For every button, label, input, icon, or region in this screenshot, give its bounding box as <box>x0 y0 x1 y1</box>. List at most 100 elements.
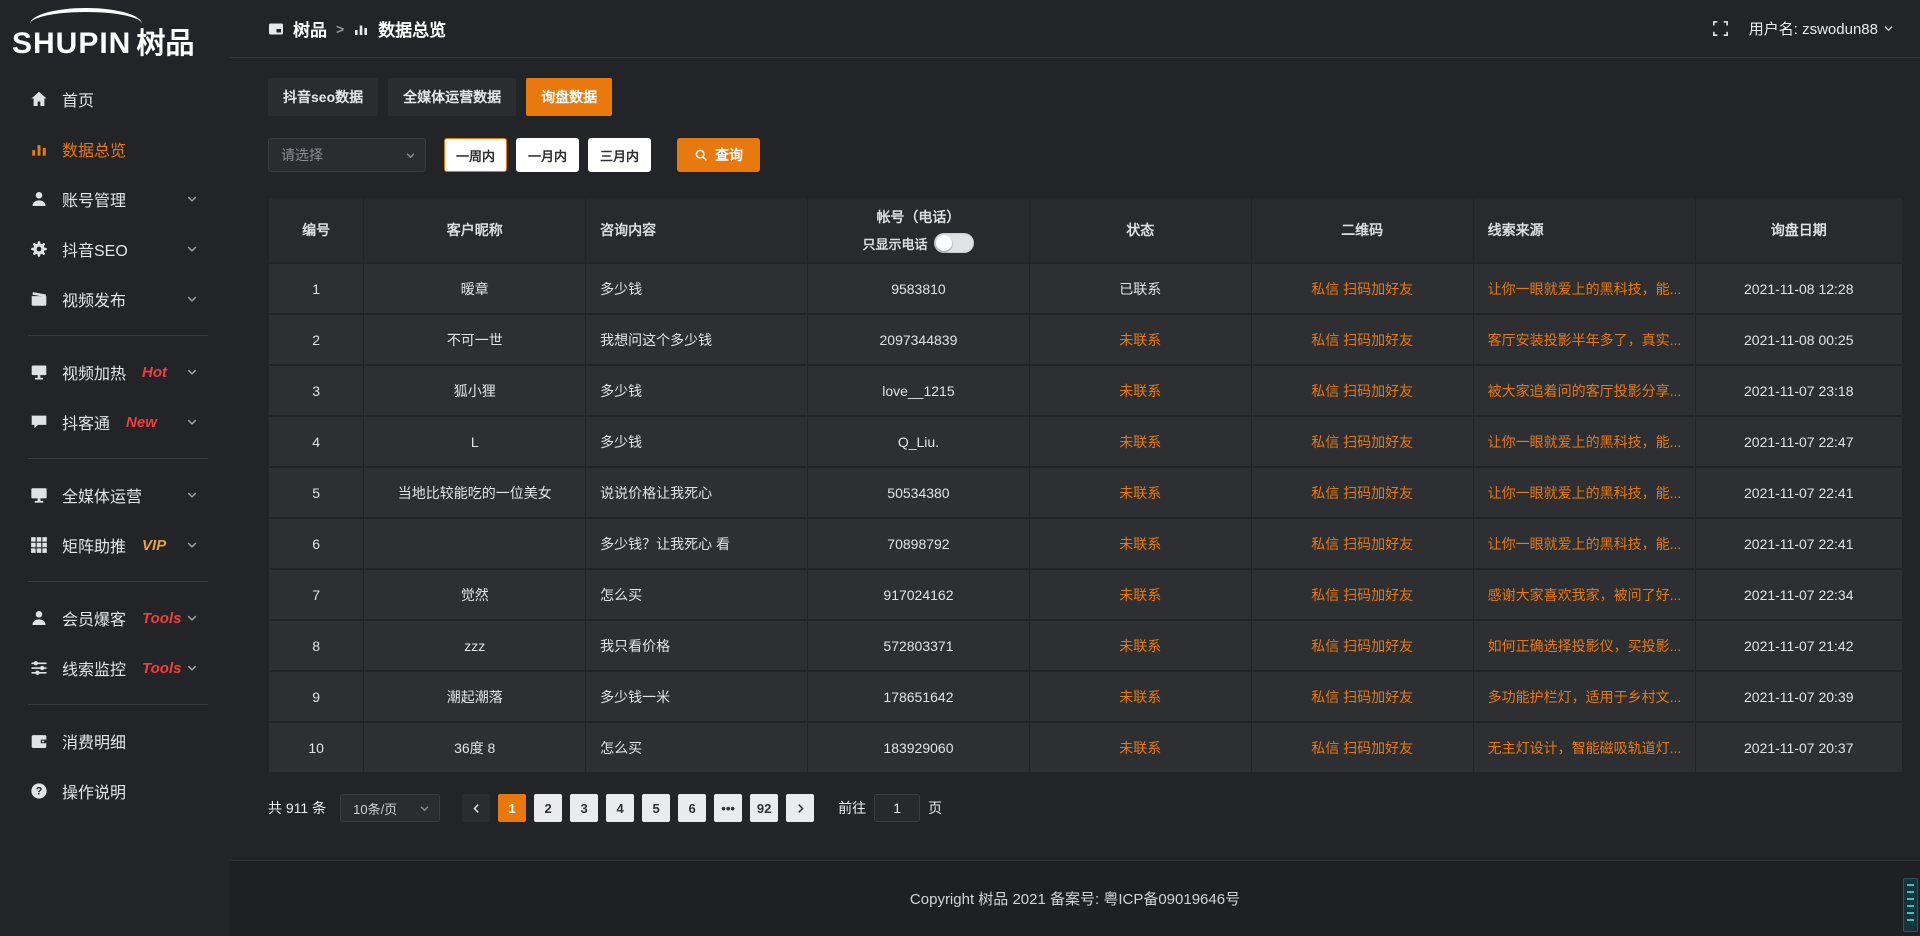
next-page-button[interactable] <box>786 794 814 822</box>
page-button-6[interactable]: 6 <box>678 794 706 822</box>
table-row: 1036度 8怎么买183929060未联系私信 扫码加好友无主灯设计，智能磁吸… <box>269 723 1902 772</box>
search-button[interactable]: 查询 <box>677 138 760 172</box>
cell-index: 5 <box>269 468 363 517</box>
sidebar-item-home[interactable]: 首页 <box>0 74 230 124</box>
range-button-2[interactable]: 三月内 <box>588 138 651 172</box>
source-link[interactable]: 客厅安装投影半年多了，真实... <box>1488 332 1682 348</box>
qrcode-link[interactable]: 私信 扫码加好友 <box>1311 332 1413 348</box>
range-button-0[interactable]: 一周内 <box>444 138 507 172</box>
cell-nickname: 狐小狸 <box>364 366 585 415</box>
source-link[interactable]: 被大家追着问的客厅投影分享... <box>1488 383 1682 399</box>
qrcode-link[interactable]: 私信 扫码加好友 <box>1311 638 1413 654</box>
chart-icon <box>30 140 48 158</box>
sidebar-item-dashboard[interactable]: 数据总览 <box>0 124 230 174</box>
sidebar-item-video-heat[interactable]: 视频加热Hot <box>0 347 230 397</box>
page-button-4[interactable]: 4 <box>606 794 634 822</box>
tab-media-ops-data[interactable]: 全媒体运营数据 <box>388 78 516 116</box>
sidebar-item-label: 消费明细 <box>62 729 126 753</box>
sidebar-item-badge: Tools <box>142 660 181 677</box>
sidebar-item-media-ops[interactable]: 全媒体运营 <box>0 470 230 520</box>
range-button-1[interactable]: 一月内 <box>516 138 579 172</box>
fullscreen-icon[interactable] <box>1712 20 1729 37</box>
source-link[interactable]: 让你一眼就爱上的黑科技，能... <box>1488 281 1682 297</box>
qrcode-link[interactable]: 私信 扫码加好友 <box>1311 383 1413 399</box>
cell-account: 2097344839 <box>808 315 1029 364</box>
source-link[interactable]: 让你一眼就爱上的黑科技，能... <box>1488 536 1682 552</box>
cell-account: 183929060 <box>808 723 1029 772</box>
main-area: 树品 > 数据总览 用户名: zswodun88 抖音seo数据全媒体运营数据询… <box>230 0 1920 936</box>
sidebar-item-douketong[interactable]: 抖客通New <box>0 397 230 447</box>
qrcode-link[interactable]: 私信 扫码加好友 <box>1311 536 1413 552</box>
sidebar-item-badge: New <box>126 414 157 431</box>
cell-account: Q_Liu. <box>808 417 1029 466</box>
cell-date: 2021-11-07 20:39 <box>1696 672 1903 721</box>
wallet-icon <box>30 732 48 750</box>
cell-nickname: L <box>364 417 585 466</box>
sidebar-item-label: 首页 <box>62 87 94 111</box>
svg-text:?: ? <box>36 786 43 798</box>
sidebar-item-matrix-boost[interactable]: 矩阵助推VIP <box>0 520 230 570</box>
sidebar-nav: 首页数据总览账号管理抖音SEO视频发布视频加热Hot抖客通New全媒体运营矩阵助… <box>0 74 230 816</box>
qrcode-link[interactable]: 私信 扫码加好友 <box>1311 740 1413 756</box>
sidebar-divider <box>28 335 208 336</box>
prev-page-button[interactable] <box>462 794 490 822</box>
cell-content: 说说价格让我死心 <box>586 468 807 517</box>
sidebar-item-douyin-seo[interactable]: 抖音SEO <box>0 224 230 274</box>
sidebar-item-member-burst[interactable]: 会员爆客Tools <box>0 593 230 643</box>
source-link[interactable]: 让你一眼就爱上的黑科技，能... <box>1488 434 1682 450</box>
sidebar-item-account-manage[interactable]: 账号管理 <box>0 174 230 224</box>
page-button-5[interactable]: 5 <box>642 794 670 822</box>
tab-douyin-seo-data[interactable]: 抖音seo数据 <box>268 78 378 116</box>
tab-inquiry-data[interactable]: 询盘数据 <box>526 78 612 116</box>
sidebar-item-label: 矩阵助推 <box>62 533 126 557</box>
copyright-text: Copyright 树品 2021 备案号: 粤ICP备09019646号 <box>910 888 1240 909</box>
page-size-select[interactable]: 10条/页 <box>340 794 440 822</box>
app-logo[interactable]: SHUPIN树品 <box>0 6 230 60</box>
source-link[interactable]: 无主灯设计，智能磁吸轨道灯... <box>1488 740 1682 756</box>
cell-source: 客厅安装投影半年多了，真实... <box>1474 315 1695 364</box>
table-header: 编号客户昵称咨询内容帐号（电话）只显示电话状态二维码线索来源询盘日期 <box>269 198 1902 262</box>
sidebar-item-leads-monitor[interactable]: 线索监控Tools <box>0 643 230 693</box>
qrcode-link[interactable]: 私信 扫码加好友 <box>1311 587 1413 603</box>
page-ellipsis-button[interactable]: ••• <box>714 794 742 822</box>
cell-content: 多少钱？让我死心 看 <box>586 519 807 568</box>
page-button-3[interactable]: 3 <box>570 794 598 822</box>
chevron-down-icon <box>186 539 198 551</box>
chevron-left-icon <box>471 803 482 814</box>
sidebar-item-badge: Tools <box>142 610 181 627</box>
goto-page-input[interactable] <box>874 794 920 822</box>
sidebar-item-expense-detail[interactable]: 消费明细 <box>0 716 230 766</box>
cell-content: 多少钱 <box>586 417 807 466</box>
table-row: 7觉然怎么买917024162未联系私信 扫码加好友感谢大家喜欢我家，被问了好.… <box>269 570 1902 619</box>
qrcode-link[interactable]: 私信 扫码加好友 <box>1311 434 1413 450</box>
cell-source: 让你一眼就爱上的黑科技，能... <box>1474 417 1695 466</box>
chat-widget[interactable] <box>1903 878 1918 932</box>
page-button-1[interactable]: 1 <box>498 794 526 822</box>
cell-source: 如何正确选择投影仪，买投影... <box>1474 621 1695 670</box>
source-link[interactable]: 感谢大家喜欢我家，被问了好... <box>1488 587 1682 603</box>
page-button-92[interactable]: 92 <box>750 794 778 822</box>
sidebar-item-video-publish[interactable]: 视频发布 <box>0 274 230 324</box>
topbar-right: 用户名: zswodun88 <box>1712 18 1894 39</box>
cell-status: 未联系 <box>1030 315 1251 364</box>
filter-select[interactable]: 请选择 <box>268 138 426 172</box>
phone-only-toggle[interactable] <box>934 233 974 253</box>
search-icon <box>694 148 708 162</box>
page-button-2[interactable]: 2 <box>534 794 562 822</box>
user-icon <box>30 190 48 208</box>
table-row: 4L多少钱Q_Liu.未联系私信 扫码加好友让你一眼就爱上的黑科技，能...20… <box>269 417 1902 466</box>
sidebar-item-help[interactable]: ?操作说明 <box>0 766 230 816</box>
qrcode-link[interactable]: 私信 扫码加好友 <box>1311 281 1413 297</box>
video-icon <box>30 290 48 308</box>
user-menu[interactable]: 用户名: zswodun88 <box>1749 18 1894 39</box>
qrcode-link[interactable]: 私信 扫码加好友 <box>1311 485 1413 501</box>
source-link[interactable]: 如何正确选择投影仪，买投影... <box>1488 638 1682 654</box>
goto-label: 前往 <box>838 798 866 818</box>
source-link[interactable]: 多功能护栏灯，适用于乡村文... <box>1488 689 1682 705</box>
qrcode-link[interactable]: 私信 扫码加好友 <box>1311 689 1413 705</box>
chevron-down-icon <box>186 612 198 624</box>
goto-suffix: 页 <box>928 798 942 818</box>
breadcrumb-app[interactable]: 树品 <box>293 16 327 41</box>
source-link[interactable]: 让你一眼就爱上的黑科技，能... <box>1488 485 1682 501</box>
cell-date: 2021-11-07 22:47 <box>1696 417 1903 466</box>
